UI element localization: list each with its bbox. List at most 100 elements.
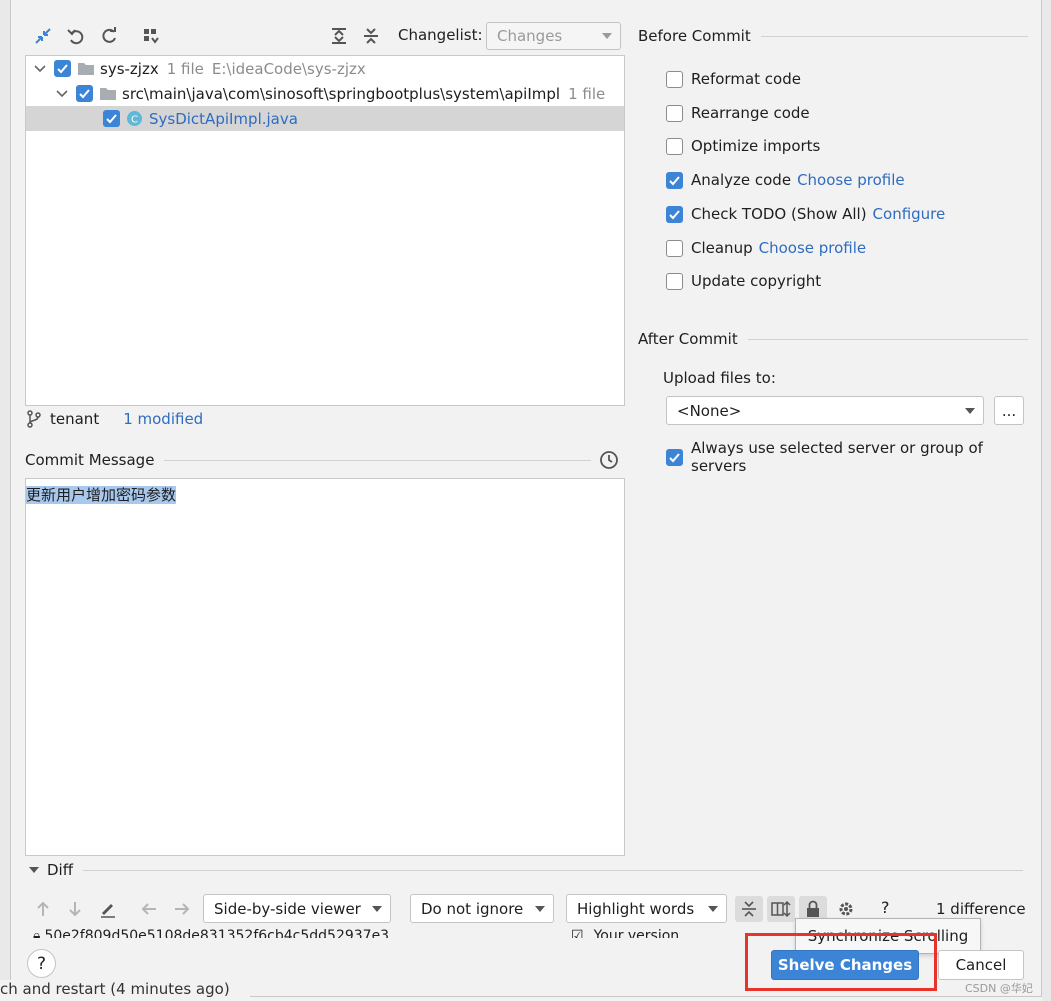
commit-message-header: Commit Message: [25, 451, 591, 469]
branch-name[interactable]: tenant: [50, 410, 99, 428]
option-reformat-code[interactable]: Reformat code: [666, 70, 801, 88]
check-todo-label: Check TODO (Show All): [691, 205, 867, 223]
ignore-value: Do not ignore: [421, 899, 524, 918]
chevron-down-icon: [708, 905, 718, 912]
changes-tree: sys-zjzx 1 file E:\ideaCode\sys-zjzx src…: [25, 55, 625, 406]
ide-background-left: [0, 0, 10, 1001]
tree-row-file[interactable]: C SysDictApiImpl.java: [26, 106, 624, 131]
viewer-value: Side-by-side viewer: [214, 899, 361, 918]
expand-all-icon[interactable]: [327, 24, 351, 48]
file-checkbox[interactable]: [103, 110, 120, 127]
arrow-up-icon[interactable]: [31, 897, 55, 921]
background-status-text: ch and restart (4 minutes ago): [0, 980, 250, 1001]
check-todo-checkbox[interactable]: [666, 205, 683, 223]
diff-title: Diff: [47, 861, 74, 879]
tree-row-root[interactable]: sys-zjzx 1 file E:\ideaCode\sys-zjzx: [26, 56, 624, 81]
watermark: CSDN @华妃: [965, 982, 1033, 995]
option-optimize-imports[interactable]: Optimize imports: [666, 137, 820, 155]
rollback-icon[interactable]: [64, 24, 88, 48]
reformat-code-label: Reformat code: [691, 70, 801, 88]
cleanup-label: Cleanup: [691, 239, 753, 257]
option-always-use-server[interactable]: Always use selected server or group of s…: [666, 439, 1041, 475]
folder-checkbox[interactable]: [76, 85, 93, 102]
browse-servers-button[interactable]: ...: [994, 396, 1024, 425]
rearrange-code-checkbox[interactable]: [666, 104, 683, 122]
analyze-code-label: Analyze code: [691, 171, 792, 189]
check-todo-configure-link[interactable]: Configure: [873, 205, 946, 223]
your-version-row: ☑ Your version: [571, 928, 711, 938]
highlight-select[interactable]: Highlight words: [566, 894, 727, 923]
arrow-left-icon[interactable]: [137, 897, 161, 921]
group-by-icon[interactable]: [139, 24, 163, 48]
diff-hash: 50e2f809d50e5108de831352f6cb4c5dd52937e3: [44, 928, 390, 938]
update-copyright-checkbox[interactable]: [666, 272, 683, 290]
always-use-checkbox[interactable]: [666, 448, 683, 466]
modified-count[interactable]: 1 modified: [123, 410, 203, 428]
optimize-imports-checkbox[interactable]: [666, 137, 683, 155]
difference-count: 1 difference: [936, 900, 1026, 918]
option-update-copyright[interactable]: Update copyright: [666, 272, 821, 290]
commit-message-input[interactable]: 更新用户增加密码参数: [25, 478, 625, 856]
before-commit-title: Before Commit: [638, 27, 751, 45]
tree-row-folder[interactable]: src\main\java\com\sinosoft\springbootplu…: [26, 81, 624, 106]
commit-message-text: 更新用户增加密码参数: [26, 486, 177, 504]
root-checkbox[interactable]: [54, 60, 71, 77]
collapse-all-icon[interactable]: [359, 24, 383, 48]
arrow-down-icon[interactable]: [63, 897, 87, 921]
cleanup-choose-profile-link[interactable]: Choose profile: [759, 239, 867, 257]
folder-icon: [77, 61, 95, 76]
ide-background-right: [1042, 0, 1051, 1001]
commit-dialog: Changelist: Changes sys-zjzx 1 file E:\i…: [10, 0, 1042, 997]
chevron-down-icon[interactable]: [29, 866, 39, 874]
checkbox-icon: ☑: [571, 928, 584, 938]
option-cleanup[interactable]: Cleanup Choose profile: [666, 239, 866, 257]
history-icon[interactable]: [597, 448, 621, 472]
root-name: sys-zjzx: [100, 59, 159, 78]
highlight-annotation-box: [745, 933, 937, 991]
diff-help-icon[interactable]: ?: [881, 898, 890, 917]
root-path: E:\ideaCode\sys-zjzx: [211, 59, 366, 78]
folder-icon: [99, 86, 117, 101]
file-name: SysDictApiImpl.java: [149, 109, 298, 128]
upload-server-select[interactable]: <None>: [666, 396, 984, 425]
commit-message-label: Commit Message: [25, 451, 155, 469]
viewer-select[interactable]: Side-by-side viewer: [203, 894, 391, 923]
your-version-label: Your version: [593, 928, 680, 938]
chevron-down-icon: [535, 905, 545, 912]
svg-text:C: C: [131, 115, 138, 126]
analyze-code-checkbox[interactable]: [666, 171, 683, 189]
ignore-select[interactable]: Do not ignore: [410, 894, 554, 923]
option-rearrange-code[interactable]: Rearrange code: [666, 104, 810, 122]
chevron-down-icon: [965, 407, 975, 414]
highlight-value: Highlight words: [577, 899, 695, 918]
divider: [747, 338, 1028, 340]
refresh-icon[interactable]: [97, 24, 121, 48]
optimize-imports-label: Optimize imports: [691, 137, 821, 155]
option-analyze-code[interactable]: Analyze code Choose profile: [666, 171, 905, 189]
chevron-down-icon[interactable]: [48, 89, 76, 98]
lock-icon: 🔒︎: [33, 928, 41, 938]
help-button[interactable]: ?: [27, 949, 56, 978]
option-check-todo[interactable]: Check TODO (Show All) Configure: [666, 205, 945, 223]
update-copyright-label: Update copyright: [691, 272, 822, 290]
diff-hash-row: 🔒︎ 50e2f809d50e5108de831352f6cb4c5dd5293…: [33, 928, 553, 938]
cleanup-checkbox[interactable]: [666, 239, 683, 257]
chevron-down-icon[interactable]: [26, 64, 54, 73]
edit-icon[interactable]: [96, 897, 120, 921]
changelist-label: Changelist:: [398, 26, 483, 44]
show-diff-icon[interactable]: [31, 24, 55, 48]
changelist-value: Changes: [497, 27, 563, 45]
rearrange-code-label: Rearrange code: [691, 104, 810, 122]
branch-icon: [27, 410, 41, 428]
synchronize-scrolling-icon[interactable]: [767, 896, 795, 922]
arrow-right-icon[interactable]: [170, 897, 194, 921]
collapse-unchanged-icon[interactable]: [735, 896, 763, 922]
upload-files-label: Upload files to:: [663, 369, 776, 387]
analyze-code-choose-profile-link[interactable]: Choose profile: [797, 171, 905, 189]
reformat-code-checkbox[interactable]: [666, 70, 683, 88]
after-commit-title: After Commit: [638, 330, 738, 348]
changelist-select[interactable]: Changes: [486, 22, 621, 50]
folder-count: 1 file: [568, 84, 606, 103]
diff-header[interactable]: Diff: [29, 861, 1023, 879]
cancel-button[interactable]: Cancel: [938, 950, 1024, 980]
